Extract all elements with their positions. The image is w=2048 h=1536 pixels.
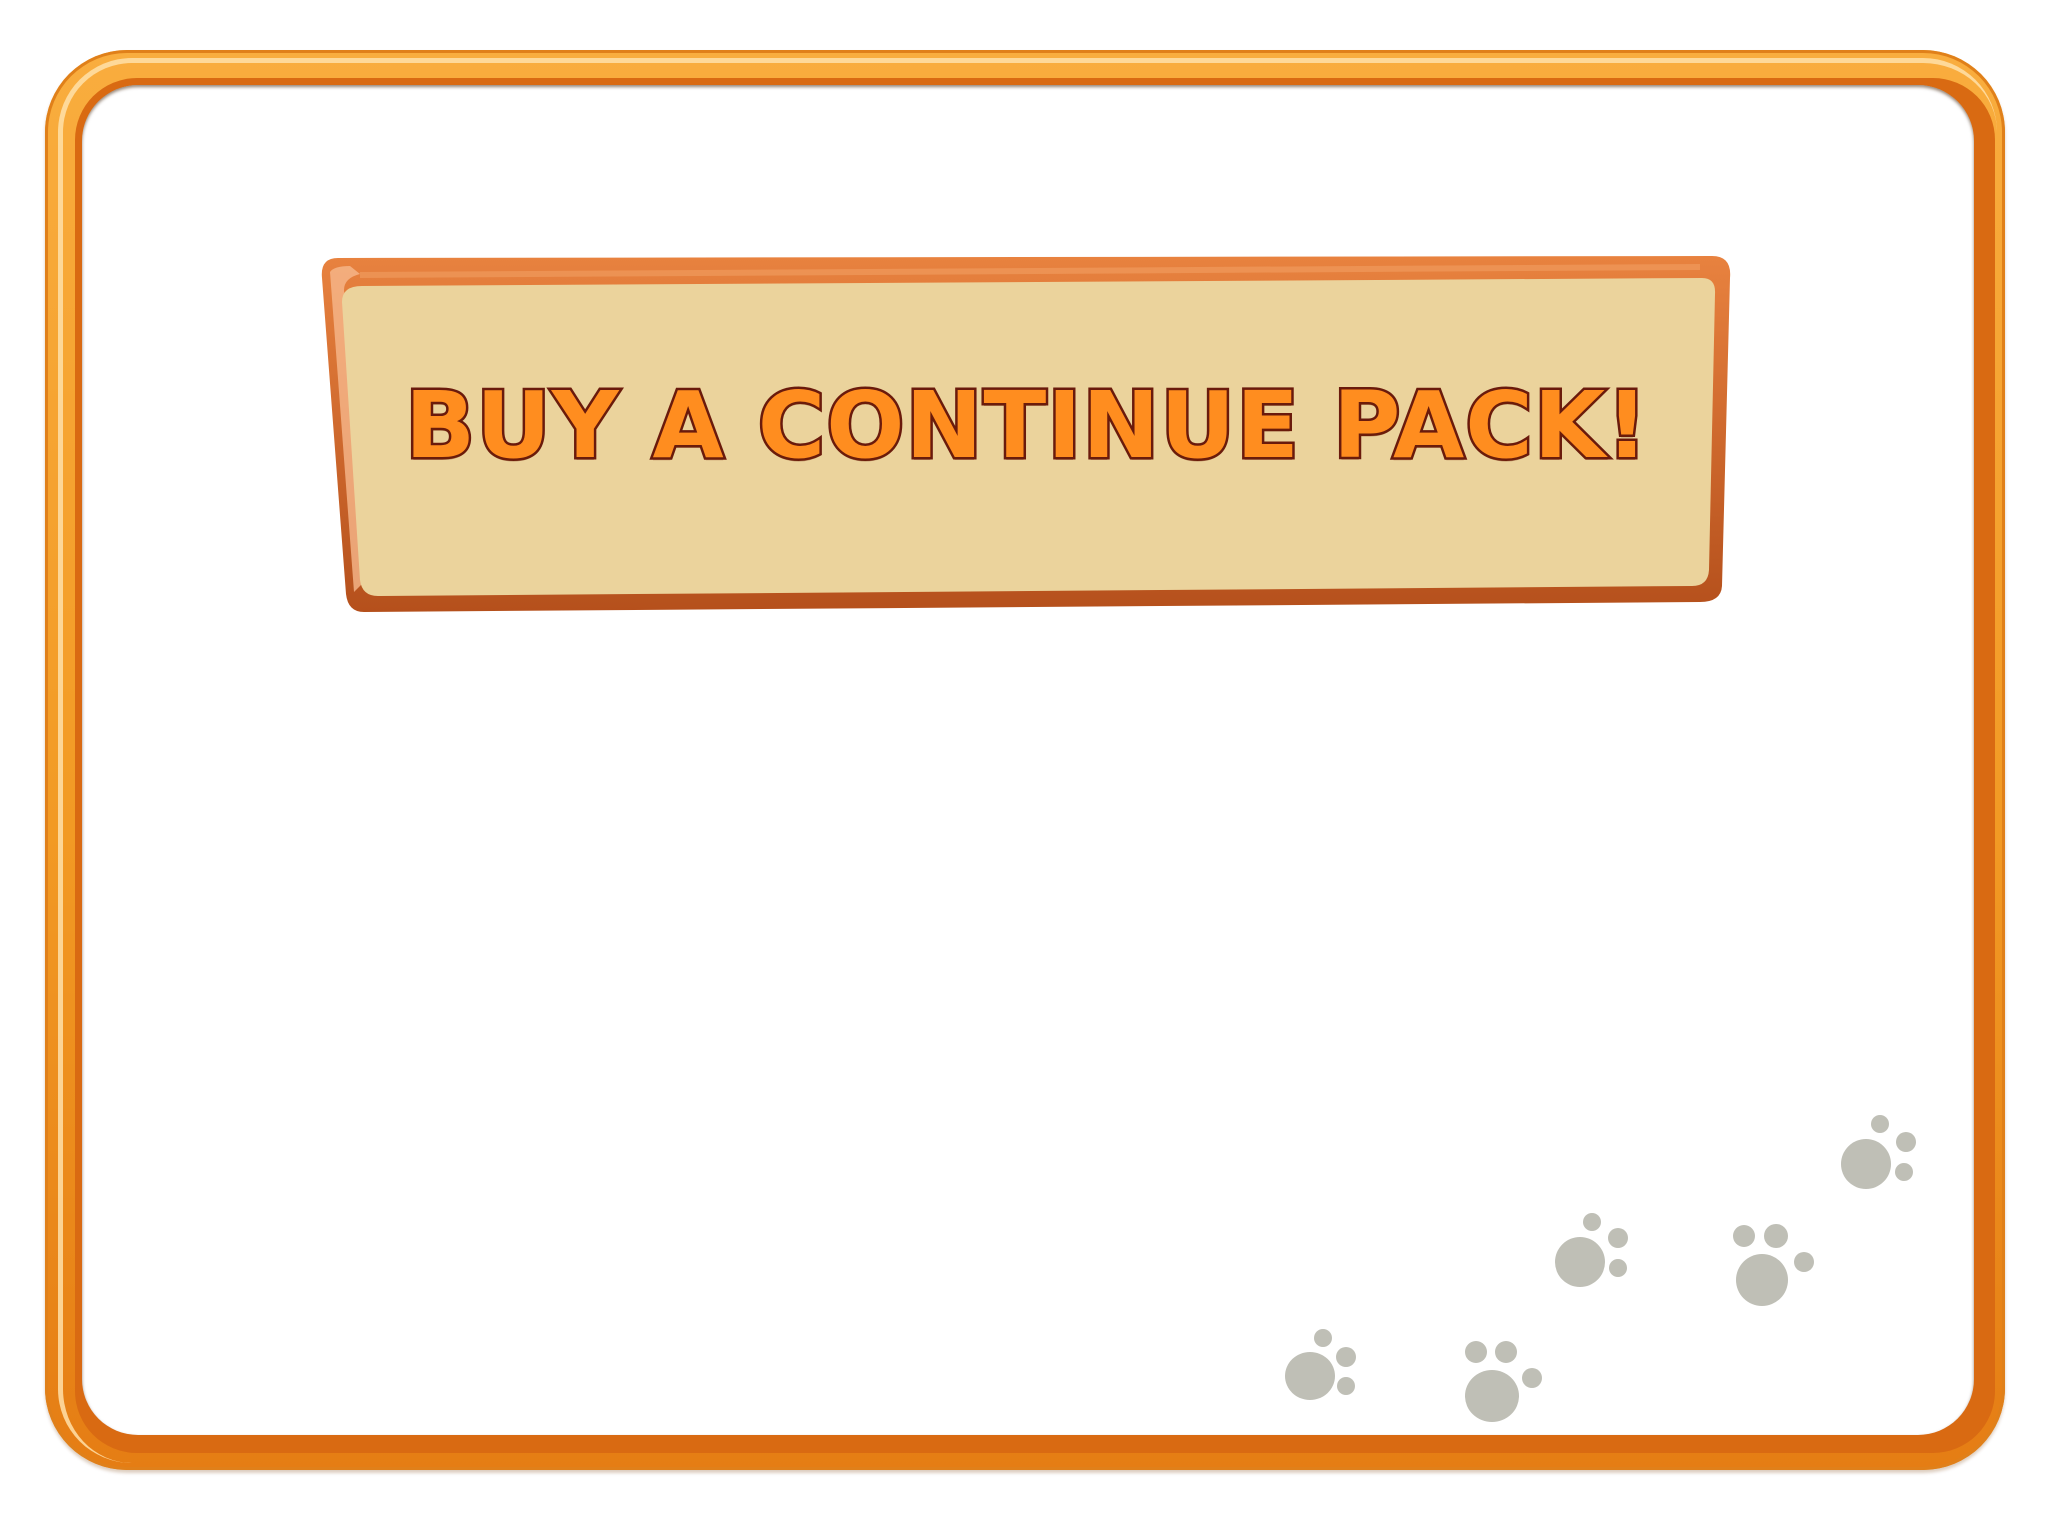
- title-banner: BUY A CONTINUE PACK!: [320, 256, 1734, 612]
- paw-print-icon: [1465, 1341, 1542, 1422]
- paw-print-icon: [1733, 1224, 1814, 1306]
- paw-print-icon: [1555, 1213, 1628, 1287]
- paw-print-icon: [1841, 1115, 1916, 1189]
- paw-print-icon: [1285, 1329, 1356, 1400]
- dialog-title: BUY A CONTINUE PACK!: [403, 372, 1651, 479]
